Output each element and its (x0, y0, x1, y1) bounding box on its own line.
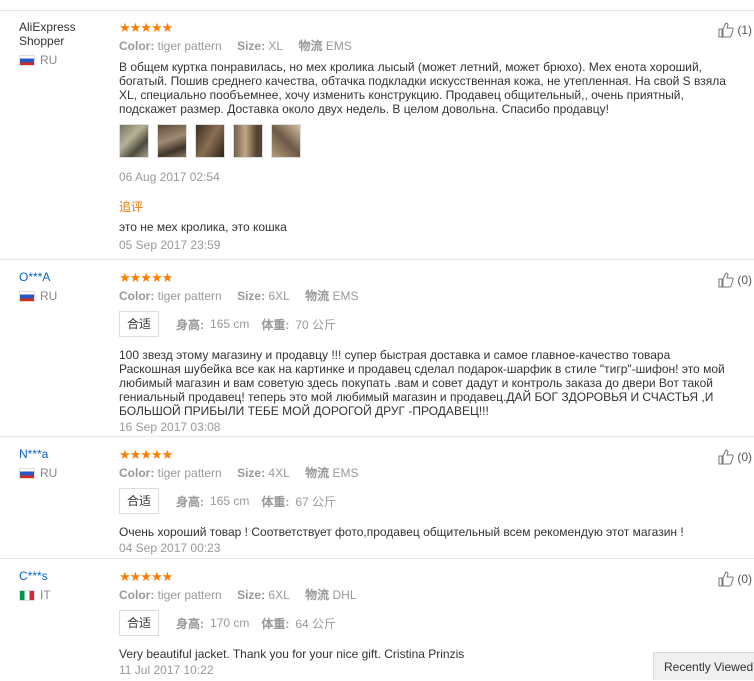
star-rating: ★★★★★ (119, 20, 173, 35)
photo-thumbnail[interactable] (195, 124, 225, 158)
reviewer-country: RU (19, 289, 111, 303)
size-value: 6XL (268, 289, 290, 303)
height-value: 170 cm (210, 616, 250, 630)
followup-date: 05 Sep 2017 23:59 (119, 238, 221, 252)
order-attributes: Color: tiger pattern Size: XL 物流 EMS (119, 39, 352, 53)
followup-text: это не мех кролика, это кошка (119, 220, 287, 234)
reviewer-name[interactable]: N***a (19, 447, 111, 461)
color-value: tiger pattern (157, 588, 222, 602)
review-body: ★★★★★ Color: tiger pattern Size: XL 物流 E… (119, 20, 732, 252)
photo-thumbnail[interactable] (233, 124, 263, 158)
reviewer-name[interactable]: C***s (19, 569, 111, 583)
shipping-value: DHL (332, 588, 357, 602)
height-value: 165 cm (210, 494, 250, 508)
reviewer-info: C***s IT (19, 569, 111, 602)
size-value: 6XL (268, 588, 290, 602)
photo-thumbnail[interactable] (271, 124, 301, 158)
weight-value: 67 公斤 (295, 494, 337, 509)
review-text: Очень хороший товар ! Соответствует фото… (119, 525, 684, 539)
review-photos (119, 124, 732, 158)
review-item: AliExpress Shopper RU ★★★★★ Color: tiger… (0, 10, 754, 260)
helpful-count: (1) (737, 23, 752, 37)
photo-thumbnail[interactable] (157, 124, 187, 158)
helpful-button[interactable]: (1) (718, 22, 752, 38)
thumbs-up-icon (718, 449, 735, 465)
reviewer-info: N***a RU (19, 447, 111, 480)
size-value: XL (268, 39, 284, 53)
fit-badge: 合适 (119, 488, 160, 514)
recently-viewed-tab[interactable]: Recently Viewed (653, 652, 754, 680)
color-value: tiger pattern (157, 466, 222, 480)
color-value: tiger pattern (157, 39, 222, 53)
flag-ru-icon (19, 54, 35, 66)
flag-ru-icon (19, 467, 35, 479)
thumbs-up-icon (718, 571, 735, 587)
thumbs-up-icon (718, 22, 735, 38)
shipping-value: EMS (332, 289, 359, 303)
review-text: В общем куртка понравилась, но мех кроли… (119, 60, 726, 116)
order-attributes: Color: tiger pattern Size: 6XL 物流 DHL (119, 588, 357, 602)
helpful-button[interactable]: (0) (718, 272, 752, 288)
review-item: O***A RU ★★★★★ Color: tiger pattern Size… (0, 260, 754, 437)
color-value: tiger pattern (157, 289, 222, 303)
helpful-count: (0) (737, 273, 752, 287)
fit-info: 合适 身高: 170 cm 体重: 64 公斤 (119, 609, 732, 637)
weight-value: 70 公斤 (295, 317, 337, 332)
followup-label: 追评 (119, 200, 144, 214)
country-code: IT (40, 588, 51, 602)
review-item: N***a RU ★★★★★ Color: tiger pattern Size… (0, 437, 754, 559)
fit-badge: 合适 (119, 610, 160, 636)
country-code: RU (40, 466, 58, 480)
review-date: 16 Sep 2017 03:08 (119, 420, 221, 434)
review-item: C***s IT ★★★★★ Color: tiger pattern Size… (0, 559, 754, 680)
reviewer-info: AliExpress Shopper RU (19, 20, 111, 67)
reviewer-country: RU (19, 466, 111, 480)
shipping-value: EMS (332, 466, 359, 480)
review-text: 100 звезд этому магазину и продавцу !!! … (119, 348, 725, 418)
thumbs-up-icon (718, 272, 735, 288)
country-code: RU (40, 53, 58, 67)
review-body: ★★★★★ Color: tiger pattern Size: 4XL 物流 … (119, 447, 732, 555)
review-date: 06 Aug 2017 02:54 (119, 170, 220, 184)
reviewer-name: AliExpress Shopper (19, 20, 76, 48)
helpful-count: (0) (737, 572, 752, 586)
fit-info: 合适 身高: 165 cm 体重: 67 公斤 (119, 487, 732, 515)
height-value: 165 cm (210, 317, 250, 331)
review-date: 11 Jul 2017 10:22 (119, 663, 214, 677)
shipping-value: EMS (325, 39, 352, 53)
helpful-button[interactable]: (0) (718, 571, 752, 587)
helpful-count: (0) (737, 450, 752, 464)
reviewer-info: O***A RU (19, 270, 111, 303)
reviewer-country: RU (19, 53, 111, 67)
size-value: 4XL (268, 466, 290, 480)
fit-info: 合适 身高: 165 cm 体重: 70 公斤 (119, 310, 732, 338)
reviewer-name[interactable]: O***A (19, 270, 111, 284)
review-date: 04 Sep 2017 00:23 (119, 541, 221, 555)
review-body: ★★★★★ Color: tiger pattern Size: 6XL 物流 … (119, 270, 732, 434)
star-rating: ★★★★★ (119, 447, 173, 462)
fit-badge: 合适 (119, 311, 160, 337)
reviewer-country: IT (19, 588, 111, 602)
star-rating: ★★★★★ (119, 270, 173, 285)
star-rating: ★★★★★ (119, 569, 173, 584)
review-text: Very beautiful jacket. Thank you for you… (119, 647, 465, 661)
helpful-button[interactable]: (0) (718, 449, 752, 465)
order-attributes: Color: tiger pattern Size: 6XL 物流 EMS (119, 289, 359, 303)
flag-ru-icon (19, 290, 35, 302)
country-code: RU (40, 289, 58, 303)
weight-value: 64 公斤 (295, 616, 337, 631)
flag-it-icon (19, 589, 35, 601)
review-body: ★★★★★ Color: tiger pattern Size: 6XL 物流 … (119, 569, 732, 677)
photo-thumbnail[interactable] (119, 124, 149, 158)
order-attributes: Color: tiger pattern Size: 4XL 物流 EMS (119, 466, 359, 480)
